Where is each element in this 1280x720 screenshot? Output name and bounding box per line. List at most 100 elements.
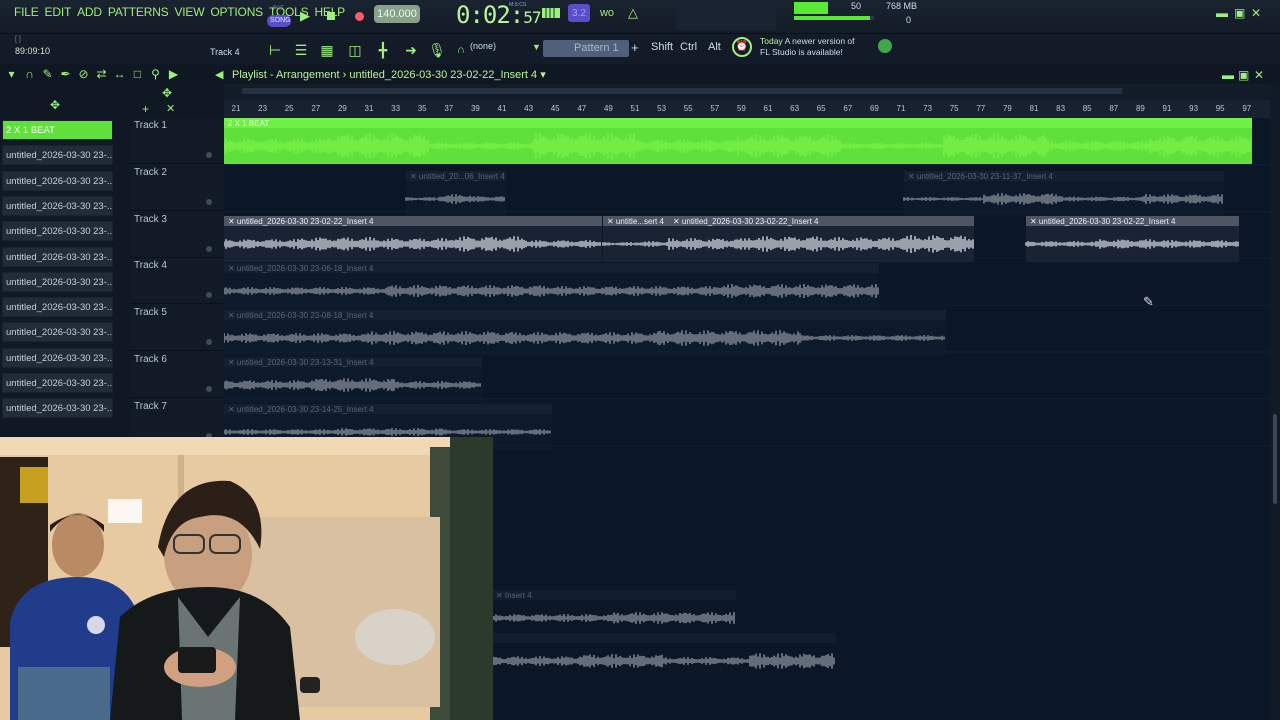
news-panel[interactable]: Today A newer version of FL Studio is av… [760,36,855,58]
tempo-display[interactable]: 140.000 [374,5,420,23]
pat-song-toggle[interactable]: PAT SONG [266,6,292,28]
track-header[interactable]: Track 2 [130,165,224,211]
audio-clip[interactable] [491,633,836,669]
track-header[interactable]: Track 5 [130,305,224,352]
piano-roll-icon[interactable]: ▦ [316,39,338,61]
ctrl-key[interactable]: Ctrl [680,41,697,53]
maximize-icon[interactable]: ▣ [1234,6,1245,20]
playback-tool-icon[interactable]: ▶ [166,67,181,81]
paint-brush-icon[interactable]: ✒ [58,67,73,81]
track-header[interactable]: Track 3 [130,212,224,258]
menu-edit[interactable]: EDIT [45,5,72,19]
select-tool-icon[interactable]: □ [130,67,145,81]
mute-tool-icon[interactable]: ⊘ [76,67,91,81]
wait-input-icon[interactable]: wo [596,4,618,22]
menu-view[interactable]: VIEW [174,5,204,19]
channel-rack-icon[interactable]: ◫ [344,39,366,61]
track-header[interactable]: Track 4 [130,258,224,305]
oscilloscope-panel [676,2,776,30]
audio-clip[interactable]: ✕ untitled_2026-03-30 23-06-18_Insert 4 [223,263,879,309]
stop-icon[interactable] [321,6,341,26]
sidebar-item[interactable]: untitled_2026-03-30 23-... [2,246,113,267]
magnet-icon[interactable]: ∩ [450,39,472,61]
song-mode-label: SONG [270,17,291,24]
song-time-display[interactable]: 0:02:57 [456,1,542,29]
audio-clip[interactable]: ✕ untitled_2026-03-30 23-11-37_Insert 4 [903,171,1224,217]
timeline-ruler[interactable]: 21 23 25 27 29 31 33 35 37 39 41 43 45 47 49 51 53 55 57 59… [224,100,1270,118]
typing-keyboard-icon[interactable] [540,4,562,22]
online-globe-icon[interactable] [878,39,892,53]
close-icon[interactable]: ✕ [1251,6,1261,20]
microphone-icon[interactable]: 🎙 [426,39,448,61]
sidebar-item[interactable]: untitled_2026-03-30 23-... [2,373,113,393]
audio-clip[interactable]: 2 X 1 BEAT [223,118,1252,164]
audio-clip[interactable]: ✕ untitle...sert 4 [602,216,669,262]
audio-clip[interactable]: ✕ untitled_2026-03-30 23-08-18_Insert 4 [223,310,946,356]
channel-rack-tree-icon[interactable]: ⊢ [264,39,286,61]
fl-studio-window: FILE EDIT ADD PATTERNS VIEW OPTIONS TOOL… [0,0,1280,720]
pattern-selector[interactable]: Pattern 1 [543,40,629,57]
master-volume-slider[interactable] [794,16,874,20]
metronome-icon[interactable]: △ [622,4,644,22]
slip-tool-icon[interactable]: ⇄ [94,67,109,81]
add-pattern-icon[interactable]: + [631,40,639,55]
sidebar-item[interactable]: untitled_2026-03-30 23-... [2,347,113,368]
sidebar-item[interactable]: untitled_2026-03-30 23-... [2,271,113,292]
playlist-close-icon[interactable]: ✕ [1254,68,1264,82]
sidebar-toolbar: ✥ ✥ + [0,84,172,120]
play-icon[interactable]: ▶ [295,6,315,26]
remove-icon[interactable]: ✕ [166,102,175,115]
target-icon[interactable]: ✥ [162,86,172,100]
audio-clip[interactable]: ✕ Insert 4 [491,590,736,624]
track-mute-led[interactable] [206,339,212,346]
move-icon[interactable]: ✥ [50,98,60,112]
sidebar-item[interactable]: untitled_2026-03-30 23-... [2,145,113,166]
audio-clip[interactable]: ✕ untitled_20...06_Insert 4 [405,171,506,217]
vertical-scrollbar[interactable] [1270,84,1280,720]
time-main: 0:02 [456,1,511,29]
minimize-icon[interactable]: ▬ [1216,6,1228,20]
sidebar-item-selected[interactable]: 2 X 1 BEAT [2,120,113,140]
playlist-maximize-icon[interactable]: ▣ [1238,68,1249,82]
track-mute-led[interactable] [206,198,212,205]
step-edit-icon[interactable]: 3.2 [568,4,590,22]
magnet-snap-icon[interactable]: ∩ [22,67,37,81]
arrow-right-icon[interactable]: ➜ [400,39,422,61]
track-header[interactable]: Track 1 [130,118,224,164]
options-arrow-icon[interactable]: ▾ [4,67,19,81]
mixer-icon[interactable]: ╋ [372,39,394,61]
chevron-down-icon[interactable]: ▼ [532,42,541,52]
sidebar-item[interactable]: untitled_2026-03-30 23-... [2,322,113,343]
audio-clip[interactable]: ✕ untitled_2026-03-30 23-02-22_Insert 4 [668,216,974,262]
speaker-icon[interactable]: ◀ [215,68,223,81]
zoom-tool-icon[interactable]: ⚲ [148,67,163,81]
sidebar-item[interactable]: untitled_2026-03-30 23-... [2,398,113,419]
menu-patterns[interactable]: PATTERNS [108,5,169,19]
sidebar-item[interactable]: untitled_2026-03-30 23-... [2,221,113,242]
sidebar-item[interactable]: untitled_2026-03-30 23-... [2,195,113,216]
track-mute-led[interactable] [206,245,212,252]
snap-selector[interactable]: (none) [470,41,496,51]
menu-file[interactable]: FILE [14,5,39,19]
audio-clip[interactable]: ✕ untitled_2026-03-30 23-13-31_Insert 4 [223,357,482,403]
pencil-icon[interactable]: ✎ [40,67,55,81]
track-header[interactable]: Track 6 [130,352,224,398]
record-icon[interactable] [349,6,369,26]
alt-key[interactable]: Alt [708,41,721,53]
playlist-minimize-icon[interactable]: ▬ [1222,68,1234,82]
add-icon[interactable]: + [142,102,149,116]
track-mute-led[interactable] [206,292,212,299]
menu-options[interactable]: OPTIONS [210,5,263,19]
menu-add[interactable]: ADD [77,5,102,19]
shift-key[interactable]: Shift [651,41,673,53]
alarm-clock-icon[interactable]: ⏰ [732,37,752,57]
overview-strip[interactable] [224,84,1270,100]
track-mute-led[interactable] [206,152,212,158]
sidebar-item[interactable]: untitled_2026-03-30 23-... [2,297,113,318]
track-mute-led[interactable] [206,386,212,392]
slice-tool-icon[interactable]: ↔ [112,67,127,81]
audio-clip[interactable]: ✕ untitled_2026-03-30 23-02-22_Insert 4 [1025,216,1239,262]
audio-clip[interactable]: ✕ untitled_2026-03-30 23-02-22_Insert 4 [223,216,602,262]
sidebar-item[interactable]: untitled_2026-03-30 23-... [2,170,113,191]
playlist-icon[interactable]: ☰ [290,39,312,61]
